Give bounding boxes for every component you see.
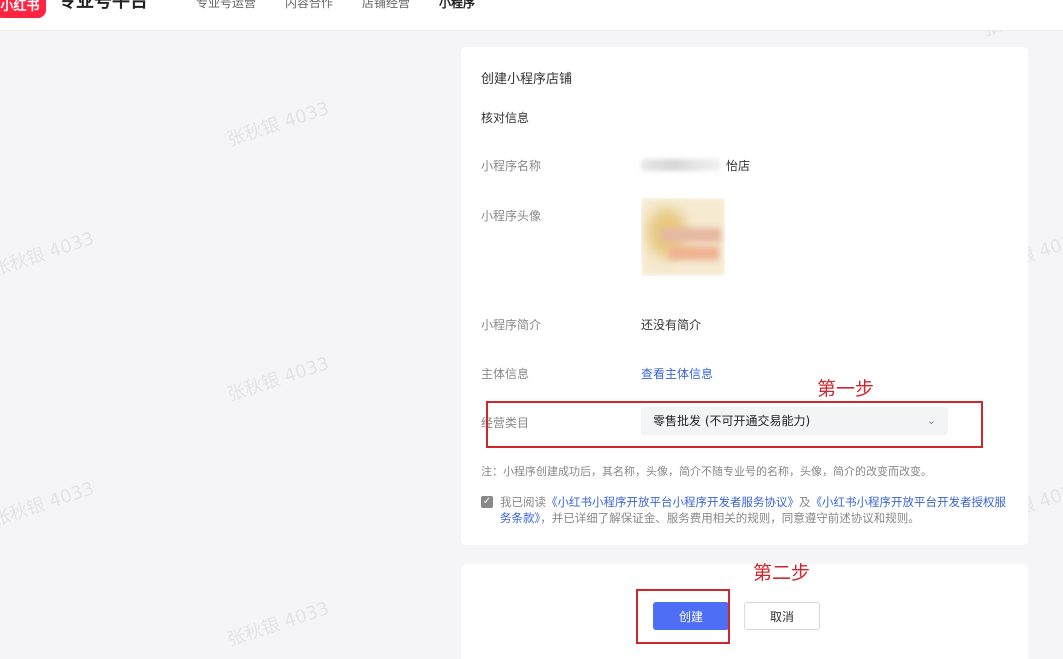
action-bar: 创建 取消 <box>461 564 1028 659</box>
intro-label: 小程序简介 <box>481 318 542 332</box>
agree-suffix: ，并已详细了解保证金、服务费用相关的规则，同意遵守前述协议和规则。 <box>540 511 920 525</box>
name-value: 怡店 <box>726 159 751 173</box>
avatar-label: 小程序头像 <box>481 209 542 223</box>
nav-item-store-ops[interactable]: 店铺经营 <box>362 0 410 10</box>
step2-label: 第二步 <box>753 562 811 584</box>
page-title: 创建小程序店铺 <box>481 72 573 87</box>
nav-item-account-ops[interactable]: 专业号运营 <box>196 0 256 10</box>
top-nav-bar: 小红书 专业号平台 专业号运营 内容合作 店铺经营 小程序 <box>0 0 1063 31</box>
view-entity-link[interactable]: 查看主体信息 <box>641 365 713 382</box>
create-store-card: 创建小程序店铺 核对信息 小程序名称 怡店 小程序头像 小程序简介 还没有简介 … <box>461 47 1028 545</box>
step1-label: 第一步 <box>817 378 875 400</box>
agree-prefix: 我已阅读 <box>500 495 546 509</box>
brand-logo[interactable]: 小红书 <box>0 0 46 18</box>
name-redacted <box>641 159 721 171</box>
developer-agreement-link[interactable]: 《小红书小程序开放平台小程序开发者服务协议》 <box>546 495 799 509</box>
step1-highlight-box <box>486 401 983 448</box>
nav-item-mini-program[interactable]: 小程序 <box>439 0 475 10</box>
section-title: 核对信息 <box>481 111 530 125</box>
nav-item-content-coop[interactable]: 内容合作 <box>285 0 333 10</box>
agree-checkbox[interactable]: ✓ <box>481 496 493 508</box>
note-text: 注：小程序创建成功后，其名称，头像，简介不随专业号的名称，头像，简介的改变而改变… <box>481 465 932 478</box>
agree-and: 及 <box>799 495 811 509</box>
step2-highlight-box <box>636 589 730 644</box>
name-label: 小程序名称 <box>481 159 542 173</box>
avatar <box>641 198 725 276</box>
cancel-button[interactable]: 取消 <box>744 602 820 630</box>
entity-label: 主体信息 <box>481 367 530 381</box>
brand-title: 专业号平台 <box>58 0 148 12</box>
intro-value: 还没有简介 <box>641 318 702 332</box>
